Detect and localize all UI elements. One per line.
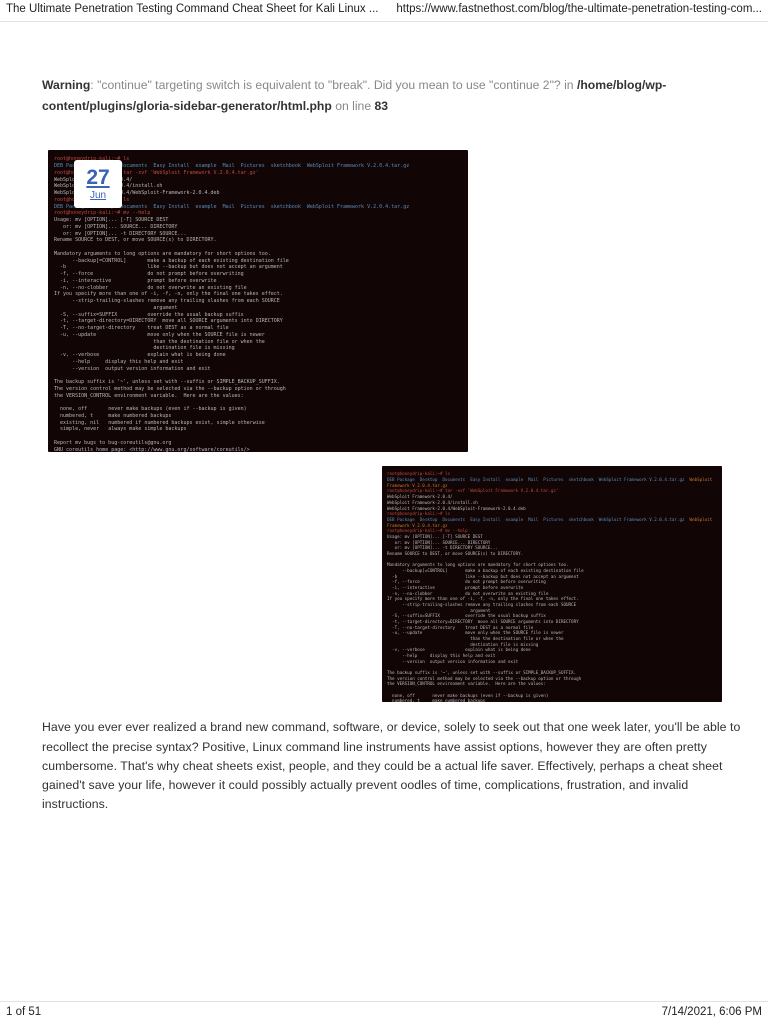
term-prompt: root@honeydrip-kali:~# ls (387, 511, 450, 516)
php-warning: Warning: "continue" targeting switch is … (42, 75, 758, 116)
term-prompt: root@honeydrip-kali:~# ls (387, 471, 450, 476)
term-mv-foot: The backup suffix is '~', unless set wit… (54, 379, 286, 452)
warning-text-mid: on line (332, 99, 375, 113)
post-date-month: Jun (90, 190, 106, 201)
header-url: https://www.fastnethost.com/blog/the-ult… (396, 3, 762, 15)
term-ls-output: DEB Package Desktop Documents Easy Insta… (387, 477, 685, 482)
term-mv-foot: The backup suffix is '~', unless set wit… (387, 670, 581, 702)
term-extract-line: WebSploit Framework-2.0.4/ (387, 494, 453, 499)
page-timestamp: 7/14/2021, 6:06 PM (662, 1006, 762, 1018)
term-mv-usage: Usage: mv [OPTION]... [-T] SOURCE DEST o… (54, 217, 217, 243)
article-intro-paragraph: Have you ever ever realized a brand new … (42, 718, 752, 813)
footer-rule (0, 1001, 768, 1002)
term-mv-body: Mandatory arguments to long options are … (387, 562, 584, 663)
term-extract-line: WebSploit Framework-2.0.4/install.sh (387, 500, 478, 505)
warning-label: Warning (42, 78, 90, 92)
term-mv-help-cmd: root@honeydrip-kali:~# mv --help (54, 210, 150, 216)
term-mv-body: Mandatory arguments to long options are … (54, 251, 289, 372)
header-rule (0, 21, 768, 22)
term-extract-line: WebSploit Framework-2.0.4/WebSploit-Fram… (387, 506, 526, 511)
page-counter: 1 of 51 (6, 1006, 41, 1018)
post-date-day: 27 (86, 167, 109, 188)
terminal-screenshot-2: root@honeydrip-kali:~# ls DEB Package De… (382, 466, 722, 702)
warning-line: 83 (375, 99, 389, 113)
post-date-badge[interactable]: 27 Jun (74, 160, 122, 208)
term-tar-cmd: root@honeydrip-kali:~# tar -xvf 'WebSplo… (387, 488, 558, 493)
warning-text-pre: : "continue" targeting switch is equival… (90, 78, 577, 92)
term-mv-usage: Usage: mv [OPTION]... [-T] SOURCE DEST o… (387, 534, 523, 556)
term-mv-help-cmd: root@honeydrip-kali:~# mv --help (387, 528, 468, 533)
term-ls-output: DEB Package Desktop Documents Easy Insta… (387, 517, 685, 522)
header-title: The Ultimate Penetration Testing Command… (6, 3, 378, 15)
